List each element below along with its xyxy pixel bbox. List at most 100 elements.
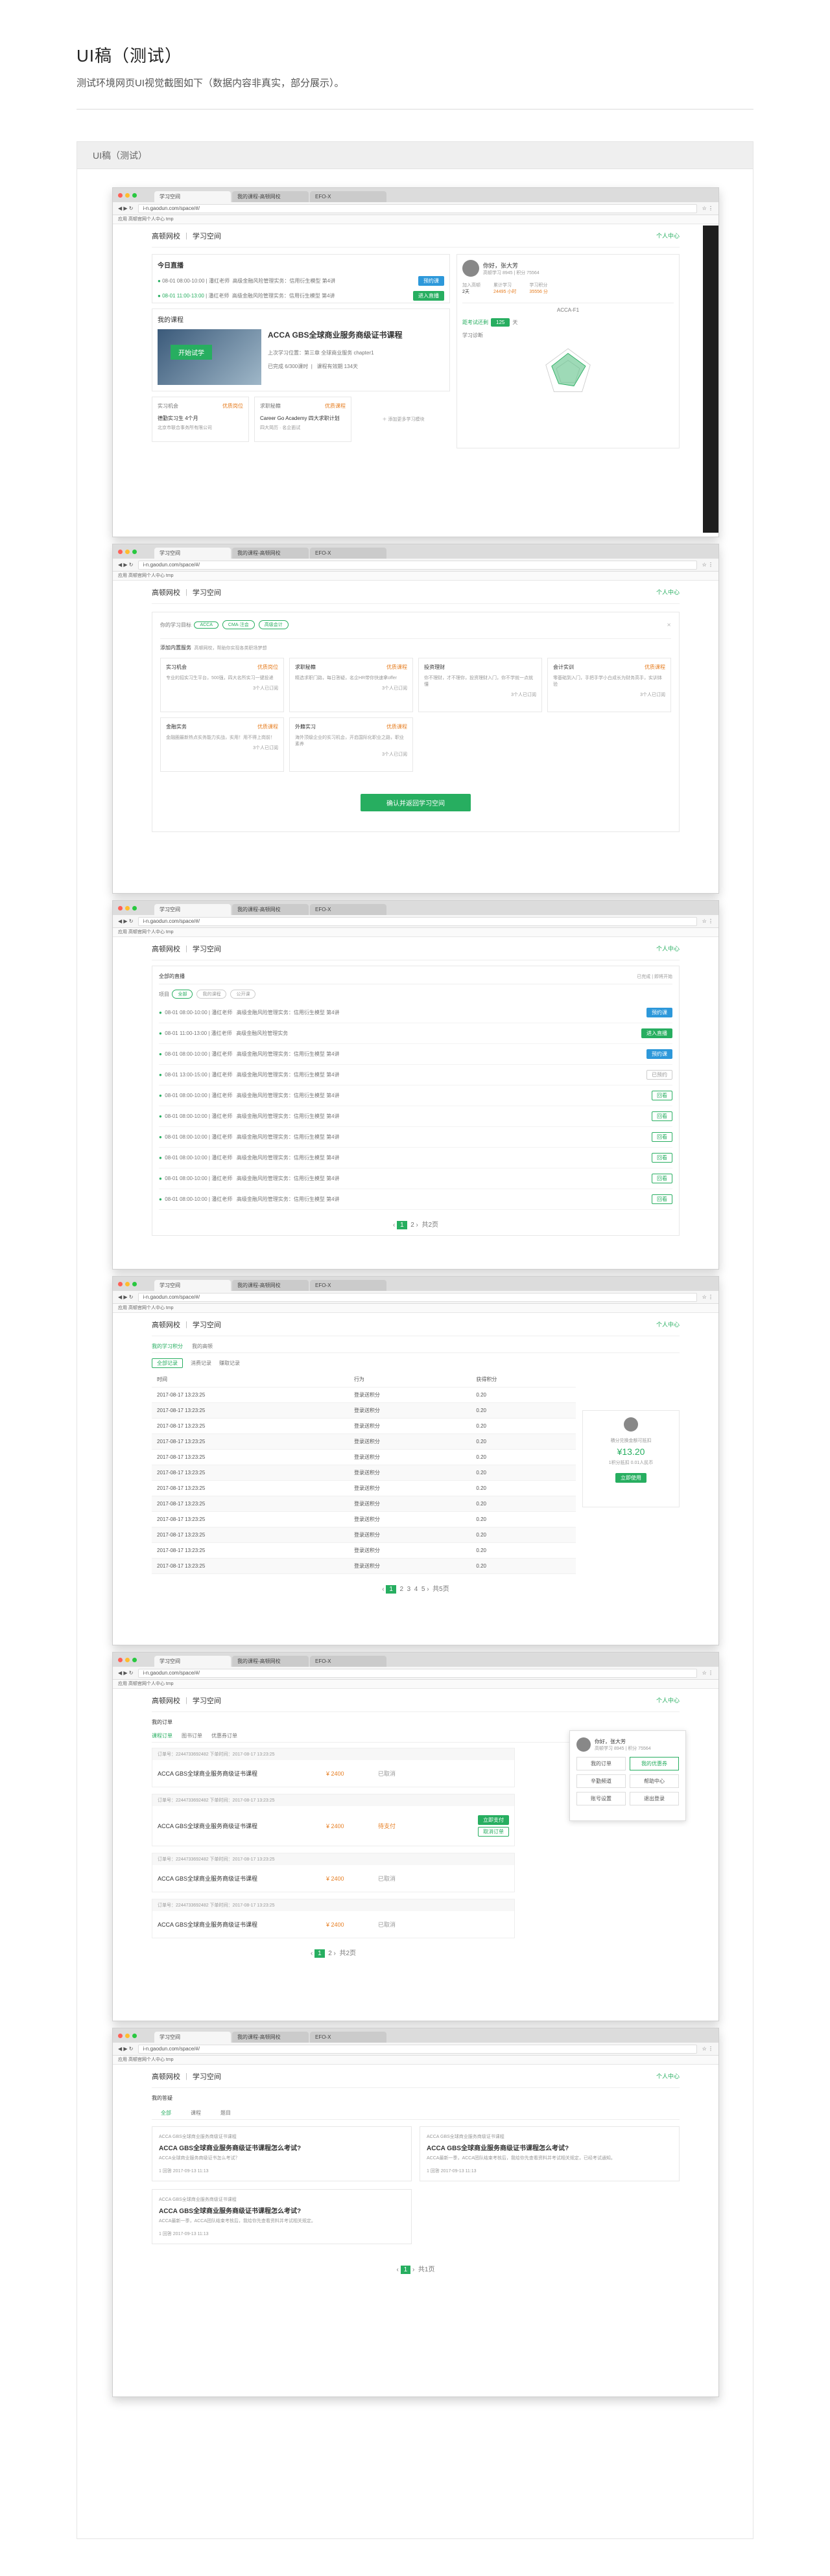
module-card[interactable]: 金融实务 优质课程 金融圈最新热点实务能力实战，实用！用不得上岗前！ 3个人已订阅 [160,717,284,772]
page-number[interactable]: 1 [400,2266,411,2274]
live-status-button[interactable]: 回看 [652,1194,672,1204]
browser-tab[interactable]: 我的课程-高顿网校 [232,548,309,559]
tab-gaodun[interactable]: 我的高顿 [192,1343,213,1350]
site-logo[interactable]: 高顿网校 [152,1319,180,1330]
tab-course[interactable]: 课程 [191,2109,201,2117]
lives-filter-link[interactable]: 已完成 | 即将开始 [637,973,672,980]
live-status-button[interactable]: 回看 [652,1111,672,1121]
module-card[interactable]: 投资理财 你不理财，才不理你，投资理财入门，你不学就一点就懂 3个人已订阅 [418,658,542,712]
goal-tag[interactable]: 高级会计 [258,620,289,629]
live-status-button[interactable]: 预约课 [646,1008,672,1017]
side-toolbar[interactable] [703,226,718,533]
page-number[interactable]: 4 [414,1586,418,1593]
order-product[interactable]: ACCA GBS全球商业服务商级证书课程 [158,1874,326,1883]
browser-tab[interactable]: 我的课程-高顿网校 [232,1280,309,1291]
live-row[interactable]: ● 08-01 08:00-10:00 | 潘红老师 高级金融风险管理实务：信用… [159,1148,672,1168]
user-center-link[interactable]: 个人中心 [656,1320,680,1329]
start-trial-button[interactable]: 开始试学 [171,345,212,360]
add-module-button[interactable]: ＋ 添加更多学习模块 [357,397,450,442]
page-number[interactable]: 3 [407,1586,411,1593]
live-row[interactable]: ● 08-01 08:00-10:00 | 潘红老师 高级金融风险管理实务：信用… [159,1044,672,1065]
live-status-button[interactable]: 回看 [652,1091,672,1100]
order-product[interactable]: ACCA GBS全球商业服务商级证书课程 [158,1920,326,1929]
live-row[interactable]: ● 08-01 08:00-10:00 | 潘红老师 高级金融风险管理实务：信用… [158,276,444,286]
page-number[interactable]: 2 [410,1222,414,1229]
address-bar[interactable]: i-n.gaodun.com/space/#/ [138,1292,697,1302]
live-status-button[interactable]: 进入直播 [641,1028,672,1038]
user-center-link[interactable]: 个人中心 [656,1696,680,1704]
browser-tab[interactable]: EFO-X [310,1280,386,1291]
menu-item-help[interactable]: 帮助中心 [630,1774,679,1788]
live-status-button[interactable]: 预约课 [646,1049,672,1059]
browser-tab[interactable]: 我的课程-高顿网校 [232,904,309,915]
page-number[interactable]: 1 [314,1949,325,1958]
browser-tab[interactable]: 我的课程-高顿网校 [232,2032,309,2043]
course-name[interactable]: ACCA GBS全球商业服务商级证书课程 [268,329,444,340]
address-bar[interactable]: i-n.gaodun.com/space/#/ [138,916,697,926]
confirm-button[interactable]: 确认并返回学习空间 [361,794,471,811]
menu-item-logout[interactable]: 退出登录 [630,1792,679,1805]
live-row[interactable]: ● 08-01 08:00-10:00 | 潘红老师 高级金融风险管理实务：信用… [159,1127,672,1148]
live-status-button[interactable]: 回看 [652,1132,672,1142]
browser-tab[interactable]: EFO-X [310,548,386,559]
browser-tab[interactable]: 学习空间 [154,548,231,559]
browser-tab[interactable]: 我的课程-高顿网校 [232,191,309,202]
menu-item-coupons[interactable]: 我的优惠券 [630,1757,679,1770]
site-logo[interactable]: 高顿网校 [152,944,180,954]
live-row[interactable]: ● 08-01 11:00-13:00 | 潘红老师 高级金融风险管理实务 进入直… [159,1023,672,1044]
use-points-button[interactable]: 立即使用 [615,1473,646,1483]
module-card[interactable]: 外籍实习 优质课程 海外顶级企业的实习机会，开启国际化职业之路，职业素养 3个人已订阅 [289,717,413,772]
address-bar[interactable]: i-n.gaodun.com/space/#/ [138,560,697,570]
page-number[interactable]: 2 [328,1950,332,1957]
live-status-button[interactable]: 已预约 [646,1070,672,1080]
pay-button[interactable]: 立即支付 [478,1815,509,1825]
goal-tag[interactable]: ACCA [194,621,219,629]
module-card[interactable]: 实习机会 优质岗位 专业的招实习生平台，500强，四大名所实习一键投递 3个人已订阅 [160,658,284,712]
filter-tag[interactable]: 全部 [172,990,193,999]
live-row[interactable]: ● 08-01 08:00-10:00 | 潘红老师 高级金融风险管理实务：信用… [159,1106,672,1127]
user-center-link[interactable]: 个人中心 [656,2072,680,2080]
course-thumbnail[interactable]: 开始试学 [158,329,261,385]
page-number[interactable]: 2 [400,1586,404,1593]
menu-item-settings[interactable]: 账号设置 [576,1792,626,1805]
browser-tab[interactable]: 学习空间 [154,1280,231,1291]
exam-subject[interactable]: ACCA-F1 [462,303,674,313]
qa-item[interactable]: ACCA GBS全球商业服务商级证书课程 ACCA GBS全球商业服务商级证书课程… [420,2126,680,2181]
browser-tab[interactable]: 学习空间 [154,191,231,202]
address-bar[interactable]: i-n.gaodun.com/space/#/ [138,203,697,213]
tab-book-orders[interactable]: 图书订单 [182,1732,202,1739]
live-row[interactable]: ● 08-01 08:00-10:00 | 潘红老师 高级金融风险管理实务：信用… [159,1168,672,1189]
cancel-order-button[interactable]: 取消订单 [478,1827,509,1837]
live-row[interactable]: ● 08-01 08:00-10:00 | 潘红老师 高级金融风险管理实务：信用… [159,1189,672,1210]
goal-tag[interactable]: CMA·注会 [222,620,255,629]
browser-tab[interactable]: 学习空间 [154,904,231,915]
live-row[interactable]: ● 08-01 08:00-10:00 | 潘红老师 高级金融风险管理实务：信用… [159,1003,672,1023]
tab-coupon-orders[interactable]: 优惠券订单 [211,1732,237,1739]
filter-tag[interactable]: 我的课程 [196,990,227,999]
filter-tag[interactable]: 公开课 [230,990,256,999]
module-card[interactable]: 求职秘籍 优质课程 Career Go Academy 四大求职计划 四大简历 ·… [254,397,351,442]
user-center-link[interactable]: 个人中心 [656,944,680,953]
live-row[interactable]: ● 08-01 08:00-10:00 | 潘红老师 高级金融风险管理实务：信用… [159,1085,672,1106]
close-icon[interactable]: ✕ [667,622,671,628]
browser-tab[interactable]: EFO-X [310,2032,386,2043]
menu-item-channel[interactable]: 辛勤频道 [576,1774,626,1788]
browser-tab[interactable]: EFO-X [310,904,386,915]
module-card[interactable]: 实习机会 优质岗位 德勤实习生 4个月 北京市联合事务所有限公司 [152,397,249,442]
qa-item[interactable]: ACCA GBS全球商业服务商级证书课程 ACCA GBS全球商业服务商级证书课程… [152,2126,412,2181]
tab-all[interactable]: 全部 [161,2109,171,2117]
live-status-button[interactable]: 回看 [652,1174,672,1183]
page-number[interactable]: 1 [397,1221,407,1229]
tab-points[interactable]: 我的学习积分 [152,1343,183,1350]
user-center-link[interactable]: 个人中心 [656,231,680,240]
module-card[interactable]: 会计实训 优质课程 零基础到入门，手把手学小白成长为财务高手，实训体验 3个人已订阅 [547,658,671,712]
enter-live-button[interactable]: 进入直播 [413,291,444,301]
site-logo[interactable]: 高顿网校 [152,1695,180,1706]
qa-item[interactable]: ACCA GBS全球商业服务商级证书课程 ACCA GBS全球商业服务商级证书课程… [152,2189,412,2244]
module-card[interactable]: 求职秘籍 优质课程 精选求职门路，每日答疑，名企HR带你快速拿offer 3个人已订阅 [289,658,413,712]
site-logo[interactable]: 高顿网校 [152,2071,180,2082]
browser-tab[interactable]: 学习空间 [154,2032,231,2043]
tab-earn-records[interactable]: 赚取记录 [219,1360,240,1367]
browser-tab[interactable]: EFO-X [310,191,386,202]
live-status-button[interactable]: 回看 [652,1153,672,1163]
